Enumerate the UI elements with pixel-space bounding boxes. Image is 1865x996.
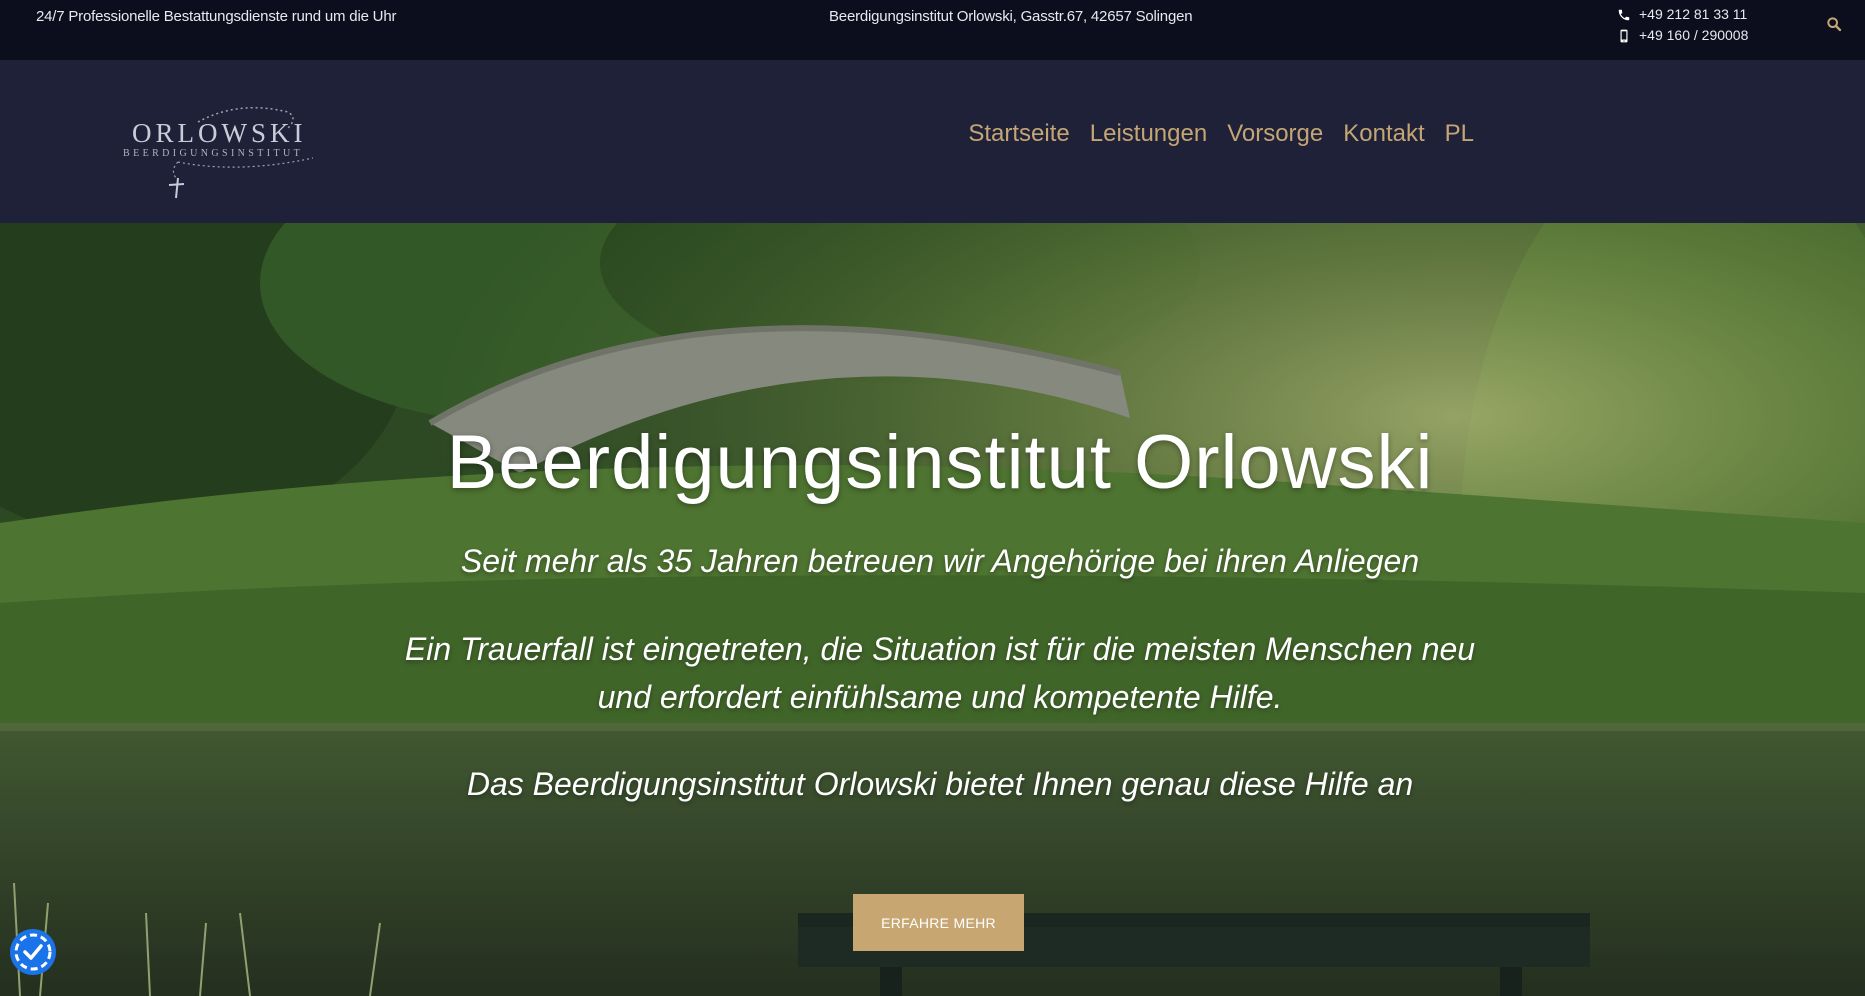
top-bar: 24/7 Professionelle Bestattungsdienste r… [0, 0, 1865, 60]
mobile-icon [1620, 29, 1628, 42]
top-bar-tagline: 24/7 Professionelle Bestattungsdienste r… [36, 8, 397, 25]
hero-line-1: Seit mehr als 35 Jahren betreuen wir Ang… [460, 543, 1420, 579]
phone-icon [1618, 9, 1630, 20]
phone-row[interactable]: +49 212 81 33 11 [1617, 4, 1748, 25]
cookie-consent-icon [10, 929, 56, 975]
hero-line-4: Das Beerdigungsinstitut Orlowski bietet … [466, 766, 1414, 802]
search-button[interactable] [1826, 16, 1842, 32]
logo-wordmark: ORLOWSKI [132, 118, 307, 148]
top-bar-contact: +49 212 81 33 11 +49 160 / 290008 [1617, 4, 1748, 46]
hero-title: Beerdigungsinstitut Orlowski [446, 420, 1434, 505]
nav-vorsorge[interactable]: Vorsorge [1227, 120, 1323, 148]
search-icon [1827, 17, 1842, 32]
main-nav: Startseite Leistungen Vorsorge Kontakt P… [968, 120, 1474, 148]
hero-section: Beerdigungsinstitut Orlowski Seit mehr a… [0, 223, 1865, 996]
hero-line-3: und erfordert einfühlsame und kompetente… [597, 679, 1283, 715]
nav-leistungen[interactable]: Leistungen [1090, 120, 1207, 148]
nav-startseite[interactable]: Startseite [968, 120, 1069, 148]
mobile-number[interactable]: +49 160 / 290008 [1639, 25, 1748, 46]
site-header: ORLOWSKI BEERDIGUNGSINSTITUT Startseite … [0, 60, 1865, 223]
top-bar-address: Beerdigungsinstitut Orlowski, Gasstr.67,… [829, 8, 1193, 25]
mobile-row[interactable]: +49 160 / 290008 [1617, 25, 1748, 46]
hero-line-2: Ein Trauerfall ist eingetreten, die Situ… [404, 631, 1476, 667]
erfahre-mehr-button[interactable]: ERFAHRE MEHR [853, 894, 1024, 951]
nav-language-pl[interactable]: PL [1445, 120, 1474, 148]
site-logo[interactable]: ORLOWSKI BEERDIGUNGSINSTITUT [118, 100, 348, 200]
phone-number[interactable]: +49 212 81 33 11 [1639, 4, 1747, 25]
nav-kontakt[interactable]: Kontakt [1343, 120, 1424, 148]
hero-overlay [0, 223, 1865, 996]
cookie-settings-badge[interactable] [8, 927, 58, 977]
logo-subtitle: BEERDIGUNGSINSTITUT [123, 148, 304, 159]
